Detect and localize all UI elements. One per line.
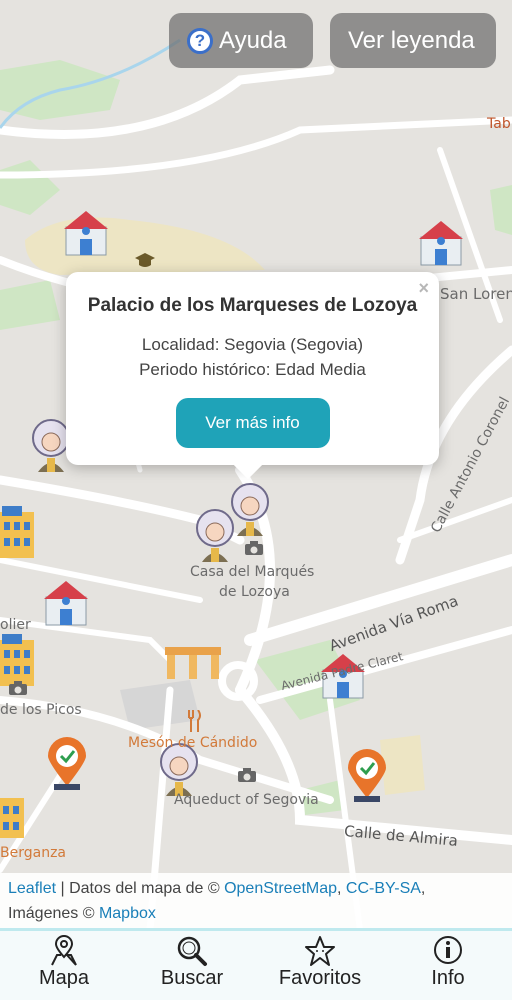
check-pin-icon xyxy=(348,749,386,802)
info-icon xyxy=(434,936,462,964)
nav-label: Favoritos xyxy=(278,967,362,989)
palace-marker[interactable] xyxy=(0,628,34,688)
map-label: Mesón de Cándido xyxy=(128,735,258,751)
osm-link[interactable]: OpenStreetMap xyxy=(224,880,337,897)
map-label: Tab xyxy=(487,116,511,132)
help-button[interactable]: ? Ayuda xyxy=(169,13,313,68)
attribution-text: Imágenes © xyxy=(8,905,99,922)
nav-item-favoritos[interactable]: Favoritos xyxy=(256,931,384,1000)
palace-icon xyxy=(0,634,34,686)
map-label: Aqueduct of Segovia xyxy=(174,792,319,808)
map-label: San Loren xyxy=(440,285,512,303)
camera-poi-icon xyxy=(8,680,28,696)
map-label: Casa del Marqués xyxy=(190,564,315,580)
popup-title: Palacio de los Marqueses de Lozoya xyxy=(87,295,418,316)
map-label: de los Picos xyxy=(0,702,82,718)
restaurant-poi-icon xyxy=(186,709,202,732)
attribution-text: , xyxy=(337,880,346,897)
school-poi-icon xyxy=(134,252,156,270)
popup-locality: Localidad: Segovia (Segovia) xyxy=(141,335,364,354)
aqueduct-icon xyxy=(165,647,221,679)
church-marker[interactable] xyxy=(415,215,467,275)
noble-person-icon xyxy=(231,483,269,536)
church-marker[interactable] xyxy=(40,575,92,627)
close-icon[interactable]: × xyxy=(418,278,429,299)
map-label: Berganza xyxy=(0,845,66,861)
palace-icon xyxy=(0,506,34,558)
license-link[interactable]: CC-BY-SA xyxy=(346,880,421,897)
map-label: olier xyxy=(0,617,31,633)
attribution-text: | Datos del mapa de © xyxy=(56,880,225,897)
camera-poi-icon xyxy=(237,767,257,783)
nav-label: Info xyxy=(431,967,465,989)
site-popup: × Palacio de los Marqueses de Lozoya Loc… xyxy=(66,272,439,465)
attribution-text: , xyxy=(420,880,426,897)
church-icon xyxy=(44,581,88,626)
nav-item-info[interactable]: Info xyxy=(384,931,512,1000)
palace-icon xyxy=(0,798,24,838)
popup-period: Periodo histórico: Edad Media xyxy=(139,360,366,379)
map-pin-icon xyxy=(51,935,77,966)
aqueduct-marker[interactable] xyxy=(165,645,221,679)
search-icon xyxy=(177,936,207,966)
star-icon xyxy=(305,936,335,966)
map-view[interactable]: Tab San Loren Calle Antonio Coronel Casa… xyxy=(0,0,512,930)
check-pin-icon xyxy=(48,737,86,790)
palace-marker[interactable] xyxy=(0,500,34,560)
help-icon: ? xyxy=(187,27,213,54)
map-label: de Lozoya xyxy=(219,584,290,600)
map-attribution: Leaflet | Datos del mapa de © OpenStreet… xyxy=(0,873,512,928)
help-label: Ayuda xyxy=(219,26,287,54)
nav-label: Mapa xyxy=(38,967,90,989)
leaflet-link[interactable]: Leaflet xyxy=(8,880,56,897)
visited-pin-marker[interactable] xyxy=(346,748,388,804)
person-marker[interactable] xyxy=(227,482,273,538)
bottom-navigation: Mapa Buscar Favoritos Info xyxy=(0,928,512,1000)
legend-label: Ver leyenda xyxy=(348,26,475,54)
palace-marker[interactable] xyxy=(0,790,24,840)
church-marker[interactable] xyxy=(60,205,112,257)
mapbox-link[interactable]: Mapbox xyxy=(99,905,156,922)
church-icon xyxy=(419,221,463,266)
church-icon xyxy=(64,211,108,256)
nav-item-buscar[interactable]: Buscar xyxy=(128,931,256,1000)
visited-pin-marker[interactable] xyxy=(46,736,88,792)
nav-label: Buscar xyxy=(160,967,224,989)
legend-button[interactable]: Ver leyenda xyxy=(330,13,496,68)
more-info-button[interactable]: Ver más info xyxy=(175,398,330,448)
camera-poi-icon xyxy=(244,540,264,556)
nav-item-mapa[interactable]: Mapa xyxy=(0,931,128,1000)
